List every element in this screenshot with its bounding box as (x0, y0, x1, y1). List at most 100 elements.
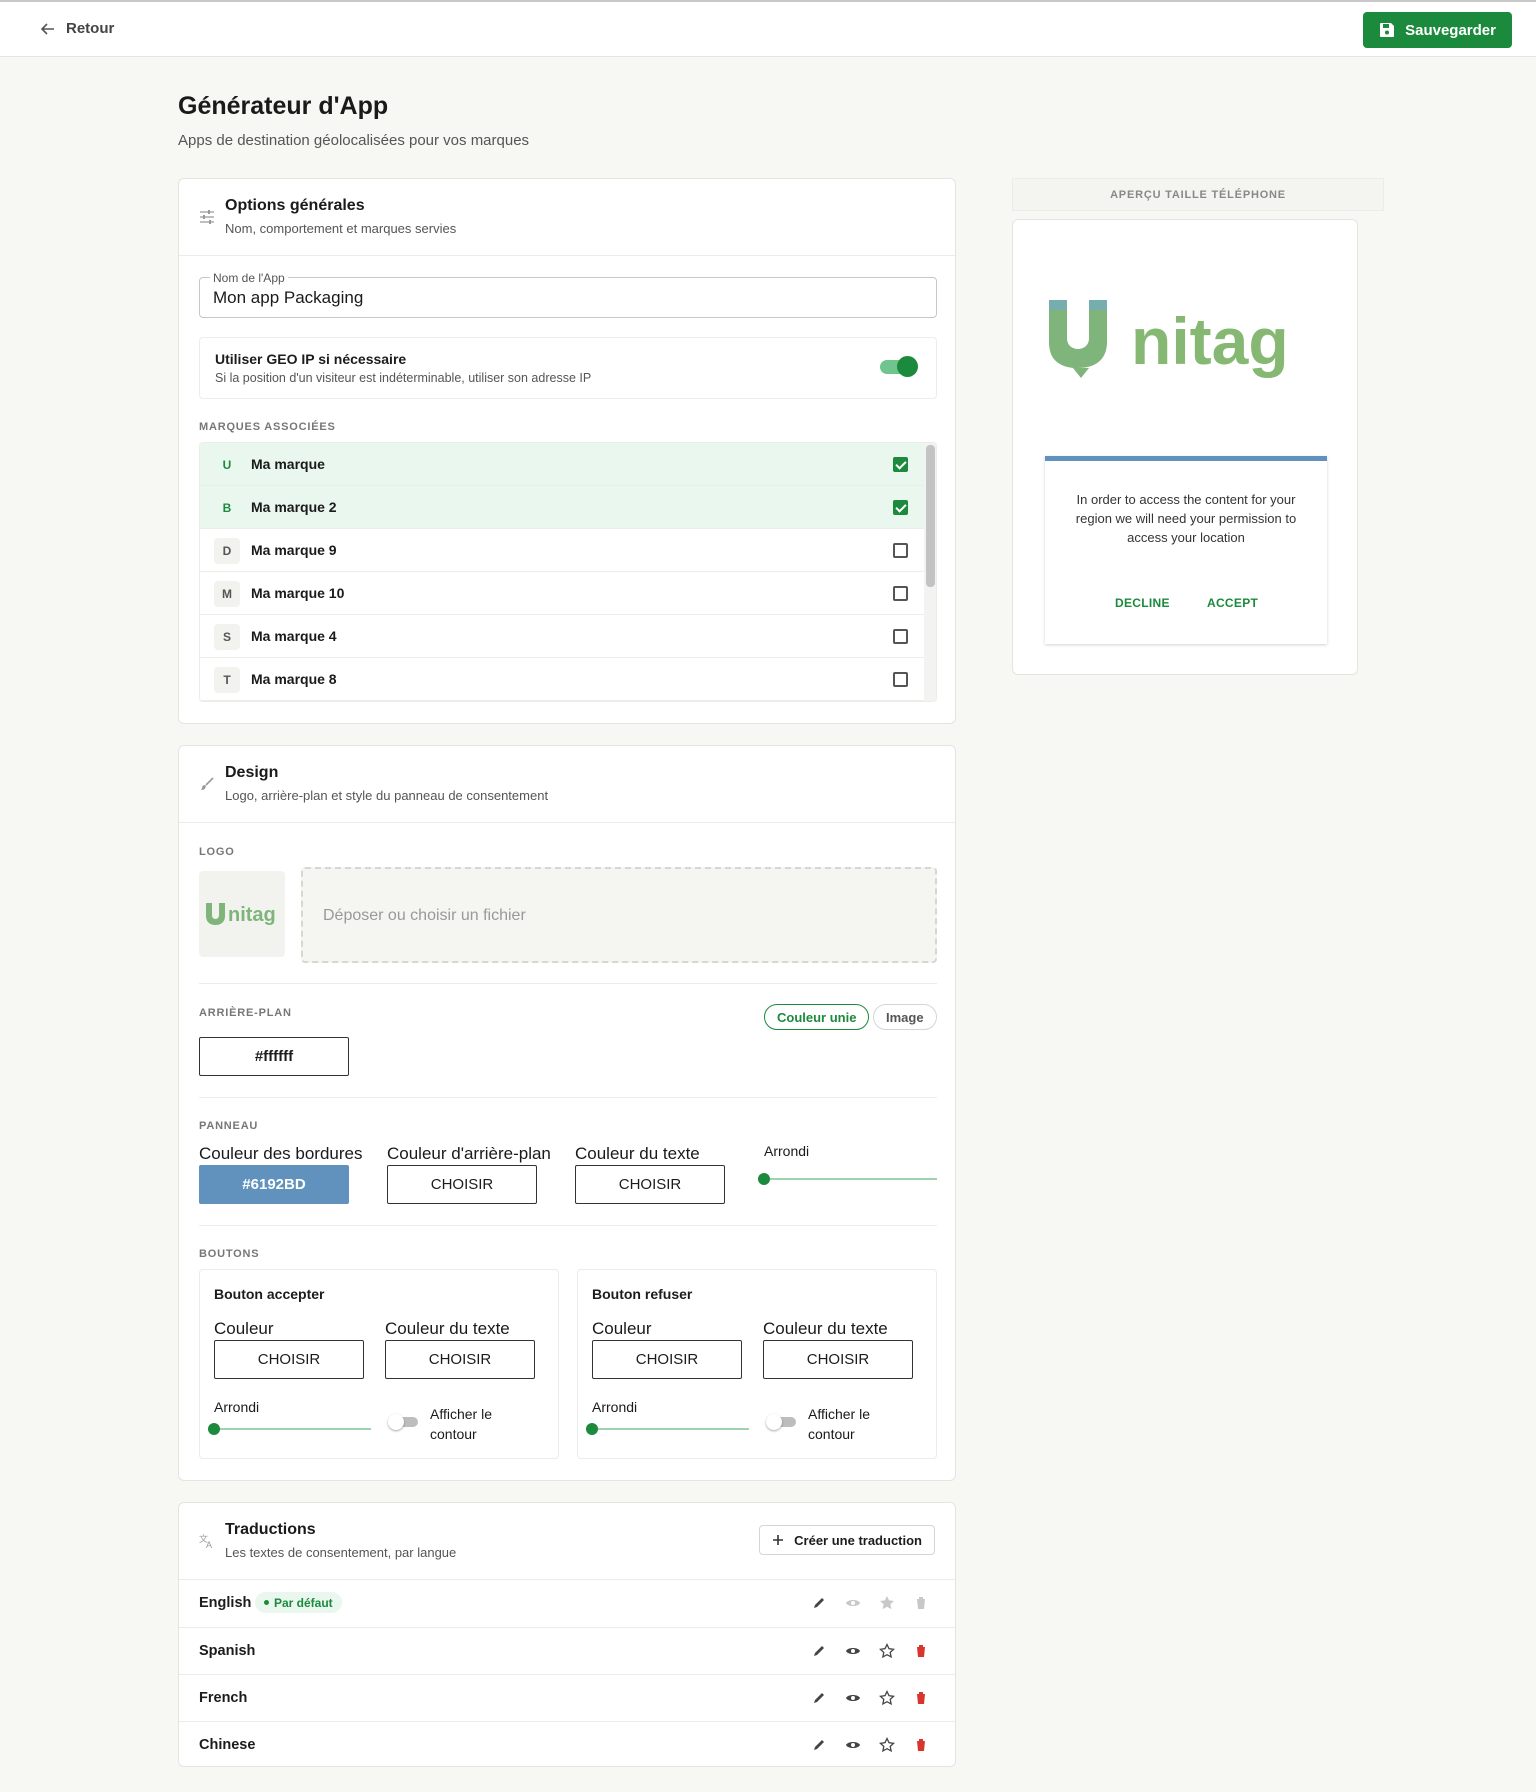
panel-bg-color-button[interactable]: CHOISIR (387, 1165, 537, 1204)
translation-language: Chinese (199, 1737, 256, 1753)
accept-color-button[interactable]: CHOISIR (214, 1340, 364, 1379)
eye-icon[interactable] (845, 1737, 861, 1753)
translation-row: French (179, 1674, 955, 1721)
eye-icon[interactable] (845, 1643, 861, 1659)
decline-text-color-label: Couleur du texte (763, 1319, 888, 1338)
trash-icon[interactable] (913, 1690, 929, 1706)
unitag-preview-logo: nitag (1049, 300, 1289, 378)
panel-rounding-slider[interactable] (758, 1173, 937, 1185)
brand-row[interactable]: D Ma marque 9 (200, 529, 936, 572)
brand-row[interactable]: M Ma marque 10 (200, 572, 936, 615)
card-header: 文A Traductions Les textes de consentemen… (179, 1503, 955, 1580)
bg-color-button[interactable]: #ffffff (199, 1037, 349, 1076)
border-color-button[interactable]: #6192BD (199, 1165, 349, 1204)
translate-icon: 文A (199, 1533, 212, 1549)
logo-section-label: LOGO (199, 846, 235, 858)
brand-checkbox[interactable] (893, 629, 908, 644)
star-outline-icon[interactable] (879, 1737, 895, 1753)
translation-row: Spanish (179, 1627, 955, 1674)
general-options-card: Options générales Nom, comportement et m… (178, 178, 956, 724)
brand-row[interactable]: T Ma marque 8 (200, 658, 936, 701)
accept-text-color-label: Couleur du texte (385, 1319, 510, 1338)
floppy-disk-icon (1380, 23, 1395, 37)
star-filled-icon (880, 1596, 894, 1610)
brand-initial: U (222, 458, 232, 472)
decline-button-title: Bouton refuser (592, 1286, 693, 1302)
decline-rounding-slider[interactable] (586, 1423, 749, 1435)
geo-ip-toggle[interactable] (880, 356, 918, 377)
contour-label-line: contour (430, 1426, 477, 1442)
brand-checkbox[interactable] (893, 500, 908, 515)
brush-icon (201, 777, 214, 790)
slider-thumb[interactable] (208, 1423, 220, 1435)
accept-rounding-slider[interactable] (208, 1423, 371, 1435)
panel-text-color-button[interactable]: CHOISIR (575, 1165, 725, 1204)
decline-button[interactable]: DECLINE (1115, 596, 1170, 610)
create-translation-button[interactable]: Créer une traduction (759, 1525, 935, 1555)
save-button[interactable]: Sauvegarder (1363, 12, 1512, 48)
decline-contour-toggle[interactable] (766, 1414, 796, 1430)
panel-bg-color-label: Couleur d'arrière-plan (387, 1144, 551, 1163)
accept-text-color-button[interactable]: CHOISIR (385, 1340, 535, 1379)
brand-checkbox[interactable] (893, 672, 908, 687)
brand-checkbox[interactable] (893, 457, 908, 472)
panel-section-label: PANNEAU (199, 1120, 259, 1132)
brands-scrollbar[interactable] (924, 443, 936, 701)
accept-contour-toggle[interactable] (388, 1414, 418, 1430)
pencil-icon[interactable] (811, 1643, 827, 1659)
brand-row[interactable]: U Ma marque (200, 443, 936, 486)
brand-name: Ma marque 4 (251, 628, 337, 644)
page-title: Générateur d'App (178, 92, 389, 120)
brand-name: Ma marque 9 (251, 542, 337, 558)
brand-checkbox[interactable] (893, 543, 908, 558)
brand-row[interactable]: S Ma marque 4 (200, 615, 936, 658)
back-button[interactable]: Retour (40, 20, 114, 37)
logo-dropzone[interactable]: Déposer ou choisir un fichier (301, 867, 937, 963)
accept-rounding-label: Arrondi (214, 1399, 260, 1415)
contour-label-line: Afficher le (808, 1406, 870, 1422)
trash-icon[interactable] (913, 1643, 929, 1659)
bg-solid-color-pill[interactable]: Couleur unie (764, 1004, 870, 1030)
app-name-field[interactable]: Nom de l'App Mon app Packaging (199, 271, 937, 318)
accept-button[interactable]: ACCEPT (1207, 596, 1258, 610)
pencil-icon[interactable] (811, 1737, 827, 1753)
geo-ip-description: Si la position d'un visiteur est indéter… (215, 371, 592, 385)
plus-icon (773, 1535, 784, 1545)
brand-initial: S (214, 624, 240, 650)
star-outline-icon[interactable] (879, 1643, 895, 1659)
logo-thumbnail: nitag (199, 871, 285, 957)
brand-name: Ma marque 10 (251, 585, 345, 601)
brand-initial: T (214, 667, 240, 693)
slider-thumb[interactable] (758, 1173, 770, 1185)
slider-thumb[interactable] (586, 1423, 598, 1435)
brand-initial: B (222, 501, 232, 515)
brands-section-label: MARQUES ASSOCIÉES (199, 421, 336, 433)
star-outline-icon[interactable] (879, 1690, 895, 1706)
save-label: Sauvegarder (1405, 21, 1496, 39)
contour-label-line: Afficher le (430, 1406, 492, 1422)
decline-text-color-button[interactable]: CHOISIR (763, 1340, 913, 1379)
buttons-section-label: BOUTONS (199, 1248, 260, 1260)
accept-button-settings: Bouton accepter Couleur CHOISIR Couleur … (199, 1269, 559, 1459)
pencil-icon[interactable] (811, 1595, 827, 1611)
consent-message: In order to access the content for your … (1075, 492, 1297, 545)
decline-color-button[interactable]: CHOISIR (592, 1340, 742, 1379)
arrow-left-icon (40, 22, 54, 35)
trash-icon (916, 1597, 926, 1609)
brand-checkbox[interactable] (893, 586, 908, 601)
phone-preview-label: APERÇU TAILLE TÉLÉPHONE (1012, 178, 1384, 211)
eye-icon (846, 1600, 860, 1606)
bg-image-pill[interactable]: Image (873, 1004, 937, 1030)
trash-icon[interactable] (913, 1737, 929, 1753)
brand-name: Ma marque 8 (251, 671, 337, 687)
contour-label-line: contour (808, 1426, 855, 1442)
eye-icon[interactable] (845, 1690, 861, 1706)
brand-row[interactable]: B Ma marque 2 (200, 486, 936, 529)
panel-text-color-label: Couleur du texte (575, 1144, 700, 1163)
accept-contour-label: Afficher le contour (430, 1404, 492, 1444)
app-name-label: Nom de l'App (210, 271, 288, 285)
slider-track (589, 1428, 749, 1430)
slider-track (211, 1428, 371, 1430)
pencil-icon[interactable] (811, 1690, 827, 1706)
geo-ip-option: Utiliser GEO IP si nécessaire Si la posi… (199, 337, 937, 399)
